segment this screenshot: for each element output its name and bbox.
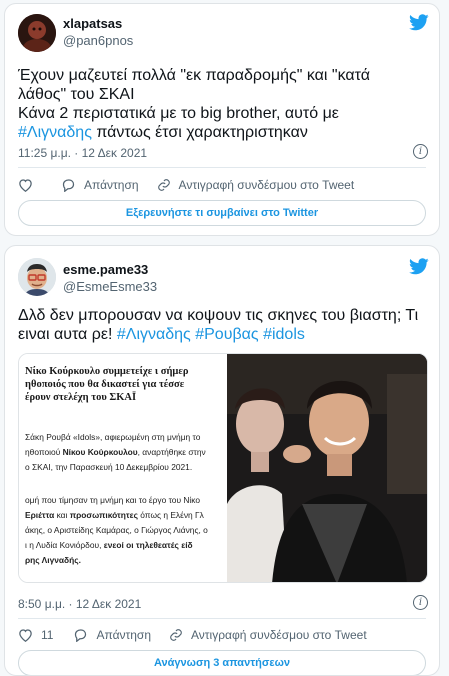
heart-icon [19, 179, 32, 192]
article-text-bold: ρης Λιγναδής. [25, 555, 81, 565]
article-text: Σάκη Ρουβά «Idols», αφιερωμένη στη μνήμη… [25, 432, 201, 442]
explore-twitter-button[interactable]: Εξερευνήστε τι συμβαίνει στο Twitter [18, 200, 426, 226]
reply-label: Απάντηση [96, 628, 152, 642]
tweet-text-line: #Λιγναδης πάντως έτσι χαρακτηριστηκαν [18, 123, 370, 142]
reply-label: Απάντηση [84, 178, 139, 192]
article-text: άκης, ο Αριστείδης Καμάρας, ο Γιώργος Λι… [25, 525, 208, 535]
article-text-bold: Νίκου Κούρκουλου [62, 447, 138, 457]
reply-button[interactable]: Απάντηση [61, 178, 139, 192]
author-name[interactable]: esme.pame33 [63, 262, 148, 277]
reply-icon [62, 179, 75, 192]
tweet-text-line: ειναι αυτα ρε! #Λιγναδης #Ρουβας #idols [18, 325, 418, 344]
tweet-text: Έχουν μαζευτεί πολλά "εκ παραδρομής" και… [18, 66, 370, 142]
article-text: ομή που τίμησαν τη μνήμη και το έργο του… [25, 495, 201, 505]
reply-button[interactable]: Απάντηση [73, 628, 151, 642]
tweet-media-image[interactable]: Νίκο Κούρκουλο συμμετείχε ι σήμερ ηθοποι… [18, 353, 428, 583]
tweet-actions: 11 Απάντηση Αντιγραφή συνδέσμου στο Twee… [18, 626, 426, 644]
article-text-bold: Εριέττα [25, 510, 55, 520]
avatar-image [18, 258, 56, 296]
like-button[interactable]: 11 [18, 628, 53, 642]
avatar[interactable] [18, 14, 56, 52]
tweet-text-line: λάθος" του ΣΚΑΙ [18, 86, 135, 103]
link-icon [170, 629, 182, 641]
like-button[interactable] [18, 178, 41, 192]
divider [18, 167, 426, 168]
avatar[interactable] [18, 258, 56, 296]
tweet-actions: Απάντηση Αντιγραφή συνδέσμου στο Tweet [18, 176, 426, 194]
twitter-bird-icon[interactable] [409, 14, 429, 31]
tweet-text-fragment: ειναι αυτα ρε! [18, 326, 113, 343]
twitter-bird-icon[interactable] [409, 258, 429, 275]
copy-link-button[interactable]: Αντιγραφή συνδέσμου στο Tweet [169, 628, 367, 642]
reply-icon [75, 629, 87, 642]
info-icon[interactable]: i [413, 595, 428, 610]
info-icon[interactable]: i [413, 144, 428, 159]
article-headline: ηθοποιός που θα δικαστεί για τέσσε [25, 379, 185, 390]
avatar-image [18, 14, 56, 52]
article-screenshot: Νίκο Κούρκουλο συμμετείχε ι σήμερ ηθοποι… [19, 354, 227, 582]
tweet-timestamp[interactable]: 8:50 μ.μ. · 12 Δεκ 2021 [18, 597, 141, 611]
article-text-fragment: ι η Λυδία Κονιόρδου, [25, 540, 104, 550]
copy-link-label: Αντιγραφή συνδέσμου στο Tweet [178, 178, 355, 192]
article-text-bold: προσωπικότητες [69, 510, 138, 520]
tweet-text-line: Έχουν μαζευτεί πολλά "εκ παραδρομής" και… [18, 67, 370, 84]
copy-link-button[interactable]: Αντιγραφή συνδέσμου στο Tweet [157, 178, 355, 192]
photo-two-men [227, 354, 427, 582]
hashtag-link[interactable]: #Λιγναδης [18, 124, 92, 141]
article-text-fragment: και [54, 510, 70, 520]
article-text: ηθοποιού Νίκου Κούρκουλου, αναρτήθηκε στ… [25, 446, 206, 458]
article-text-fragment: όπως η Ελένη Γλ [137, 510, 204, 520]
article-text: Εριέττα και προσωπικότητες όπως η Ελένη … [25, 509, 204, 521]
link-icon [157, 179, 170, 191]
hashtag-link[interactable]: #Ρουβας [195, 326, 258, 343]
copy-link-label: Αντιγραφή συνδέσμου στο Tweet [191, 628, 367, 642]
hashtag-link[interactable]: #Λιγναδης [117, 326, 191, 343]
tweet-card-2[interactable]: esme.pame33 @EsmeEsme33 Δλδ δεν μπορουσα… [4, 245, 440, 676]
author-handle[interactable]: @EsmeEsme33 [63, 279, 157, 294]
hashtag-link[interactable]: #idols [263, 326, 305, 343]
tweet-timestamp[interactable]: 11:25 μ.μ. · 12 Δεκ 2021 [18, 146, 147, 160]
tweet-text-line: Δλδ δεν μπορουσαν να κοψουν τις σκηνες τ… [18, 307, 419, 324]
photo-illustration [227, 354, 427, 582]
heart-icon [19, 629, 32, 642]
article-text-fragment: ηθοποιού [25, 447, 63, 457]
article-headline: Νίκο Κούρκουλο συμμετείχε ι σήμερ [25, 366, 189, 377]
article-text: ο ΣΚΑΙ, την Παρασκευή 10 Δεκεμβρίου 2021… [25, 462, 193, 472]
article-text-bold: ενεοί οι τηλεθεατές είδ [103, 540, 193, 550]
tweet-text: Δλδ δεν μπορουσαν να κοψουν τις σκηνες τ… [18, 306, 418, 344]
like-count: 11 [41, 628, 54, 642]
article-text: ι η Λυδία Κονιόρδου, ενεοί οι τηλεθεατές… [25, 539, 193, 551]
article-headline: έρουν στελέχη του ΣΚΑΪ [25, 392, 137, 403]
article-text-fragment: , αναρτήθηκε στην [137, 447, 206, 457]
divider [18, 618, 426, 619]
tweet-card-1[interactable]: xlapatsas @pan6pnos Έχουν μαζευτεί πολλά… [4, 3, 440, 236]
author-name[interactable]: xlapatsas [63, 16, 122, 31]
read-replies-button[interactable]: Ανάγνωση 3 απαντήσεων [18, 650, 426, 675]
tweet-text-line: Κάνα 2 περιστατικά με το big brother, αυ… [18, 105, 339, 122]
tweet-text-fragment: πάντως έτσι χαρακτηριστηκαν [91, 124, 308, 141]
author-handle[interactable]: @pan6pnos [63, 33, 133, 48]
